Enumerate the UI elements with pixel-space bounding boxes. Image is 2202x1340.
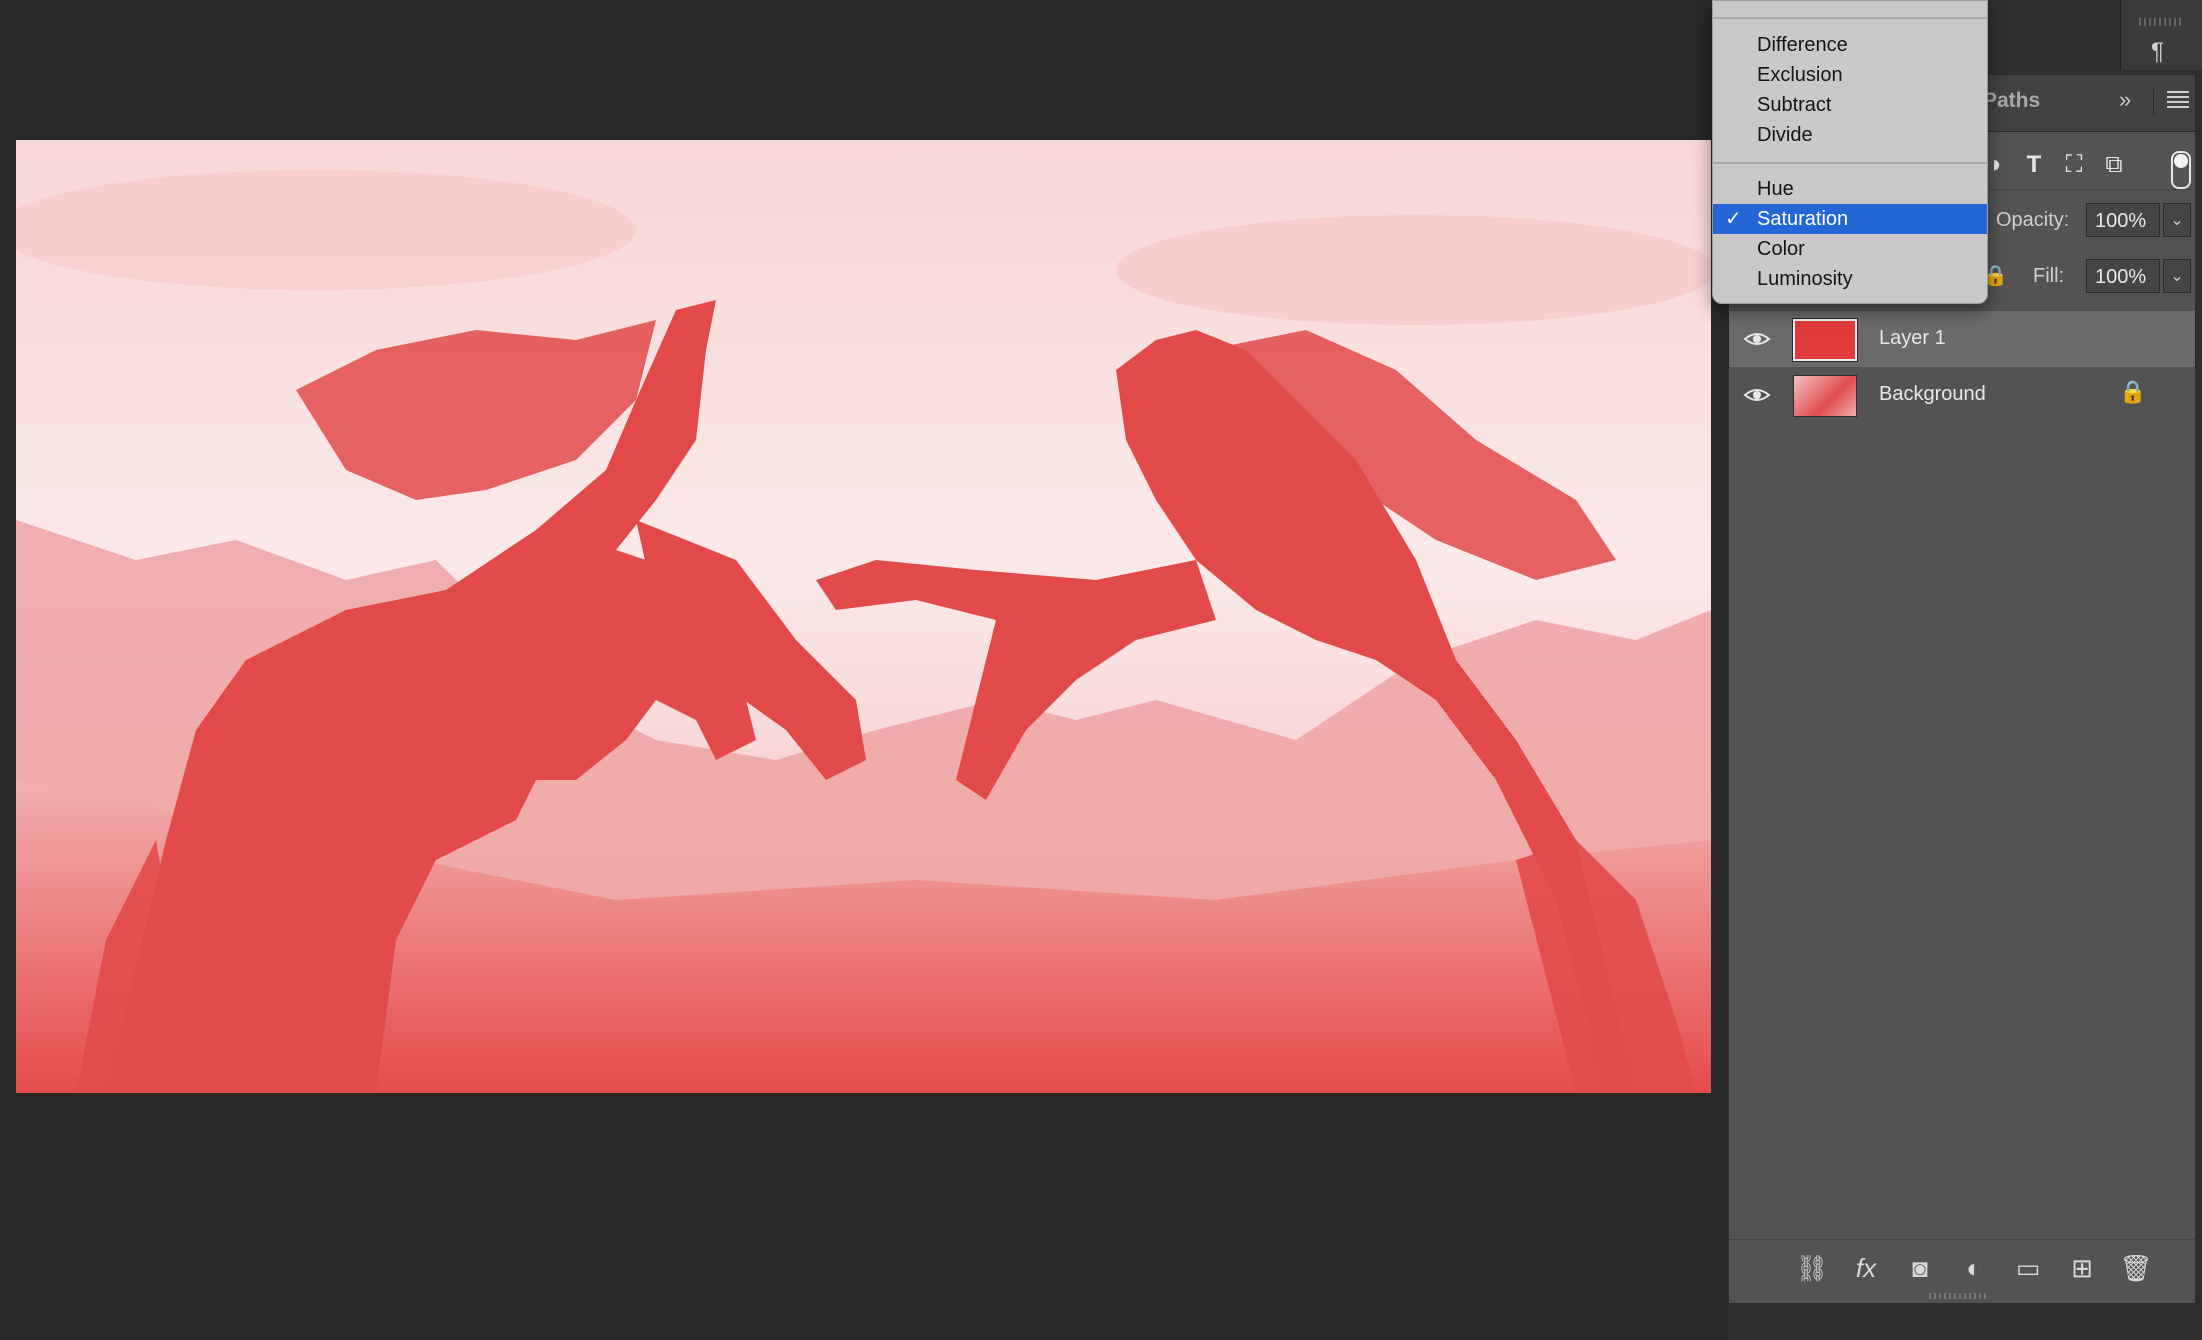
adjustment-icon[interactable]: ◐ (1957, 1254, 1991, 1282)
fill-dropdown-icon[interactable]: ⌄ (2163, 259, 2191, 293)
layer-name[interactable]: Layer 1 (1879, 327, 1946, 350)
fx-icon[interactable]: fx (1849, 1254, 1883, 1282)
tab-divider (2153, 89, 2154, 115)
folder-icon[interactable]: ▭ (2011, 1254, 2045, 1282)
blend-option-saturation[interactable]: ✓ Saturation (1713, 204, 1987, 234)
mask-icon[interactable]: ◙ (1903, 1254, 1937, 1282)
opacity-input[interactable]: 100% (2086, 203, 2160, 237)
blend-option-exclusion[interactable]: Exclusion (1713, 60, 1987, 90)
layer-thumbnail[interactable] (1793, 375, 1857, 417)
smart-object-filter-icon[interactable]: ⧉ (2099, 153, 2129, 177)
panel-menu-icon[interactable] (2167, 91, 2189, 109)
document-image[interactable] (16, 140, 1711, 1093)
layers-panel-footer: ⛓ fx ◙ ◐ ▭ ⊞ 🗑 (1729, 1239, 2195, 1298)
trash-icon[interactable]: 🗑 (2119, 1254, 2153, 1282)
fill-input[interactable]: 100% (2086, 259, 2160, 293)
layer-lock-icon[interactable]: 🔒 (2119, 379, 2146, 405)
filter-toggle-switch[interactable] (2171, 151, 2191, 189)
horses-artwork (16, 140, 1711, 1093)
menu-separator (1713, 162, 1987, 164)
fill-label: Fill: (2033, 265, 2065, 287)
menu-separator (1713, 17, 1987, 19)
tab-paths[interactable]: Paths (1983, 89, 2040, 113)
checkmark-icon: ✓ (1725, 208, 1742, 230)
panel-resize-grip[interactable] (1929, 1293, 1989, 1299)
layer-row-background[interactable]: Background 🔒 (1729, 367, 2195, 423)
paragraph-icon[interactable]: ¶ (2151, 38, 2164, 66)
layer-row-layer-1[interactable]: Layer 1 (1729, 311, 2195, 367)
blend-option-subtract[interactable]: Subtract (1713, 90, 1987, 120)
blend-option-luminosity[interactable]: Luminosity (1713, 264, 1987, 294)
dock-grip-icon[interactable] (2139, 18, 2183, 26)
opacity-label: Opacity: (1996, 209, 2070, 231)
layer-name[interactable]: Background (1879, 383, 1986, 406)
new-layer-icon[interactable]: ⊞ (2065, 1254, 2099, 1282)
visibility-eye-icon[interactable] (1743, 327, 1771, 351)
type-filter-icon[interactable]: T (2019, 153, 2049, 177)
blend-option-divide[interactable]: Divide (1713, 120, 1987, 150)
blend-option-color[interactable]: Color (1713, 234, 1987, 264)
mini-dock-panel[interactable]: ¶ (2120, 0, 2202, 70)
visibility-eye-icon[interactable] (1743, 383, 1771, 407)
layer-thumbnail[interactable] (1792, 318, 1858, 362)
expand-panels-icon[interactable]: » (2119, 87, 2131, 113)
blend-option-hue[interactable]: Hue (1713, 174, 1987, 204)
link-icon[interactable]: ⛓ (1795, 1254, 1829, 1282)
shape-filter-icon[interactable]: ⛶ (2059, 153, 2089, 177)
opacity-dropdown-icon[interactable]: ⌄ (2163, 203, 2191, 237)
blend-mode-menu: Difference Exclusion Subtract Divide Hue… (1712, 0, 1988, 304)
canvas-area[interactable] (0, 0, 1720, 1340)
blend-option-difference[interactable]: Difference (1713, 30, 1987, 60)
